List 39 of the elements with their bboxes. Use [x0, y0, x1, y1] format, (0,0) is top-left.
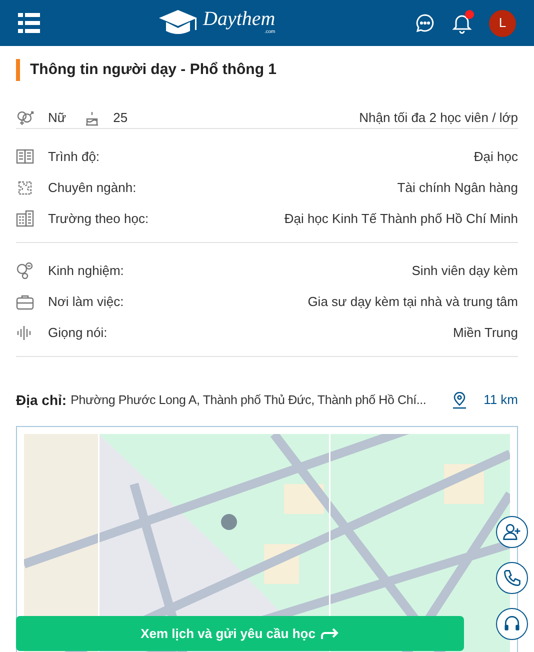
field-label: Nơi làm việc: — [48, 292, 124, 311]
field-label: Kinh nghiệm: — [48, 262, 124, 280]
phone-icon — [502, 568, 522, 588]
field-value: Gia sư dạy kèm tại nhà và trung tâm — [308, 292, 518, 311]
address-label: Địa chỉ: — [16, 390, 67, 410]
puzzle-icon — [16, 179, 34, 196]
add-user-icon — [502, 522, 522, 542]
location-pin-icon[interactable] — [452, 392, 467, 408]
menu-icon[interactable] — [18, 12, 40, 34]
chat-icon[interactable] — [415, 13, 435, 33]
add-user-button[interactable] — [496, 516, 528, 548]
distance-text: 11 km — [484, 391, 518, 410]
people-icon — [16, 262, 34, 279]
field-value: Đại học — [474, 148, 518, 166]
logo-text: Daythem — [203, 9, 276, 29]
address-text: Phường Phước Long A, Thành phố Thủ Đức, Thành phố Hồ Chí... — [70, 392, 426, 409]
briefcase-icon — [16, 293, 34, 310]
avatar[interactable]: L — [489, 10, 516, 36]
accent-bar — [16, 59, 20, 81]
field-label: Trường theo học: — [48, 210, 149, 228]
headset-button[interactable] — [496, 608, 528, 640]
gender-text: Nữ — [48, 109, 66, 128]
gender-icon — [16, 110, 34, 126]
arrow-icon — [321, 628, 340, 640]
field-label: Chuyên ngành: — [48, 178, 136, 197]
section-title: Thông tin người dạy - Phổ thông 1 — [30, 60, 276, 80]
graduation-cap-icon — [157, 8, 199, 36]
building-icon — [16, 210, 34, 227]
field-label: Giọng nói: — [48, 324, 108, 342]
book-icon — [16, 148, 34, 165]
field-value: Sinh viên dạy kèm — [412, 262, 518, 280]
field-value: Đại học Kinh Tế Thành phố Hồ Chí Minh — [284, 210, 518, 228]
phone-button[interactable] — [496, 562, 528, 594]
field-label: Trình độ: — [48, 148, 100, 166]
cake-icon — [85, 110, 100, 126]
field-value: Miền Trung — [452, 324, 518, 342]
capacity-text: Nhận tối đa 2 học viên / lớp — [359, 109, 518, 128]
age-text: 25 — [113, 109, 128, 128]
field-value: Tài chính Ngân hàng — [397, 178, 518, 197]
